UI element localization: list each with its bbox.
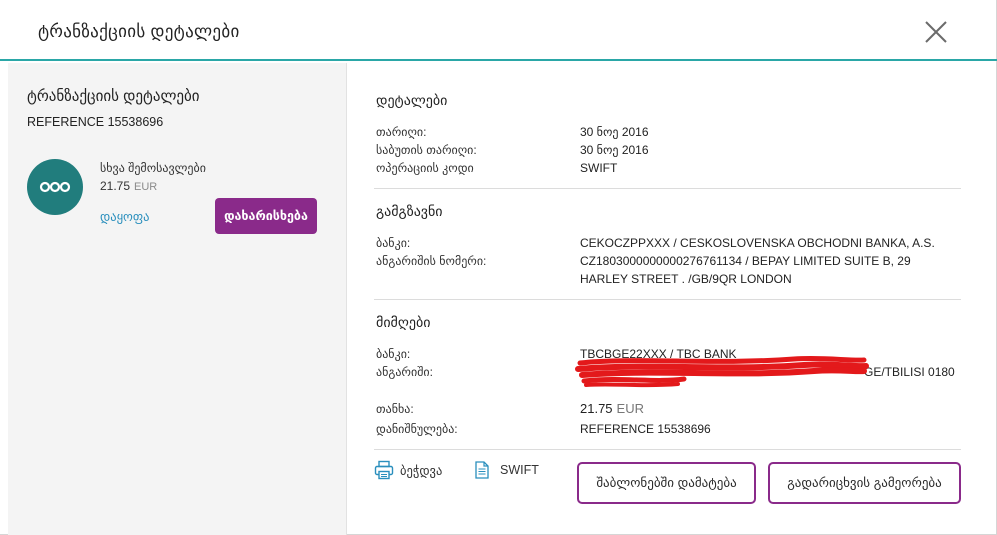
summary-amount-currency: EUR [134, 181, 158, 193]
swift-label: SWIFT [500, 463, 539, 477]
date-label: თარიღი: [376, 125, 427, 139]
receiver-account-value: GE/TBILISI 0180 [864, 365, 955, 379]
close-icon [925, 21, 947, 43]
document-date-value: 30 ნოე 2016 [580, 143, 649, 157]
receiver-amount: 21.75 EUR [580, 400, 644, 418]
sender-bank-label: ბანკი: [376, 236, 411, 250]
purpose-value: REFERENCE 15538696 [580, 422, 711, 436]
category-avatar [27, 159, 83, 215]
summary-panel: ტრანზაქციის დეტალები REFERENCE 15538696 … [8, 63, 347, 535]
sender-bank-value: CEKOCZPPXXX / CESKOSLOVENSKA OBCHODNI BA… [580, 236, 935, 250]
close-button[interactable] [922, 18, 950, 46]
divider [374, 188, 961, 189]
summary-reference: REFERENCE 15538696 [27, 115, 164, 129]
receiver-account-label: ანგარიში: [376, 365, 433, 379]
print-label: ბეჭდვა [400, 464, 443, 478]
summary-title: ტრანზაქციის დეტალები [27, 88, 200, 105]
summary-amount-value: 21.75 [100, 179, 131, 193]
operation-code-value: SWIFT [580, 161, 618, 175]
modal-header: ტრანზაქციის დეტალები [0, 0, 997, 61]
document-icon [475, 461, 489, 479]
sender-account-line2: HARLEY STREET . /GB/9QR LONDON [580, 272, 792, 286]
add-to-templates-button[interactable]: შაბლონებში დამატება [577, 462, 756, 504]
receiver-amount-currency: EUR [616, 401, 644, 416]
sender-section-title: გამგზავნი [376, 203, 443, 219]
receiver-amount-label: თანხა: [376, 402, 414, 416]
operation-code-label: ოპერაციის კოდი [376, 161, 474, 175]
sender-account-line1: CZ1803000000000276761134 / BEPAY LIMITED… [580, 254, 911, 268]
redaction-scribble [575, 355, 869, 388]
purpose-label: დანიშნულება: [376, 422, 458, 436]
dots-icon [39, 181, 71, 193]
date-value: 30 ნოე 2016 [580, 125, 649, 139]
categorize-button[interactable]: დახარისხება [215, 198, 317, 234]
sender-account-label: ანგარიშის ნომერი: [376, 254, 487, 268]
receiver-bank-label: ბანკი: [376, 347, 411, 361]
summary-amount: 21.75 EUR [100, 179, 157, 193]
details-section-title: დეტალები [376, 92, 448, 108]
divider [374, 299, 961, 300]
receiver-amount-value: 21.75 [580, 401, 613, 416]
category-label: სხვა შემოსავლები [100, 161, 206, 175]
modal-title: ტრანზაქციის დეტალები [38, 22, 240, 41]
document-date-label: საბუთის თარიღი: [376, 143, 477, 157]
transaction-details-modal: ტრანზაქციის დეტალები ტრანზაქციის დეტალებ… [0, 0, 997, 535]
repeat-transfer-button[interactable]: გადარიცხვის გამეორება [768, 462, 961, 504]
divider [374, 449, 961, 450]
printer-icon [374, 460, 394, 480]
receiver-section-title: მიმღები [376, 314, 431, 330]
split-link[interactable]: დაყოფა [100, 209, 150, 224]
